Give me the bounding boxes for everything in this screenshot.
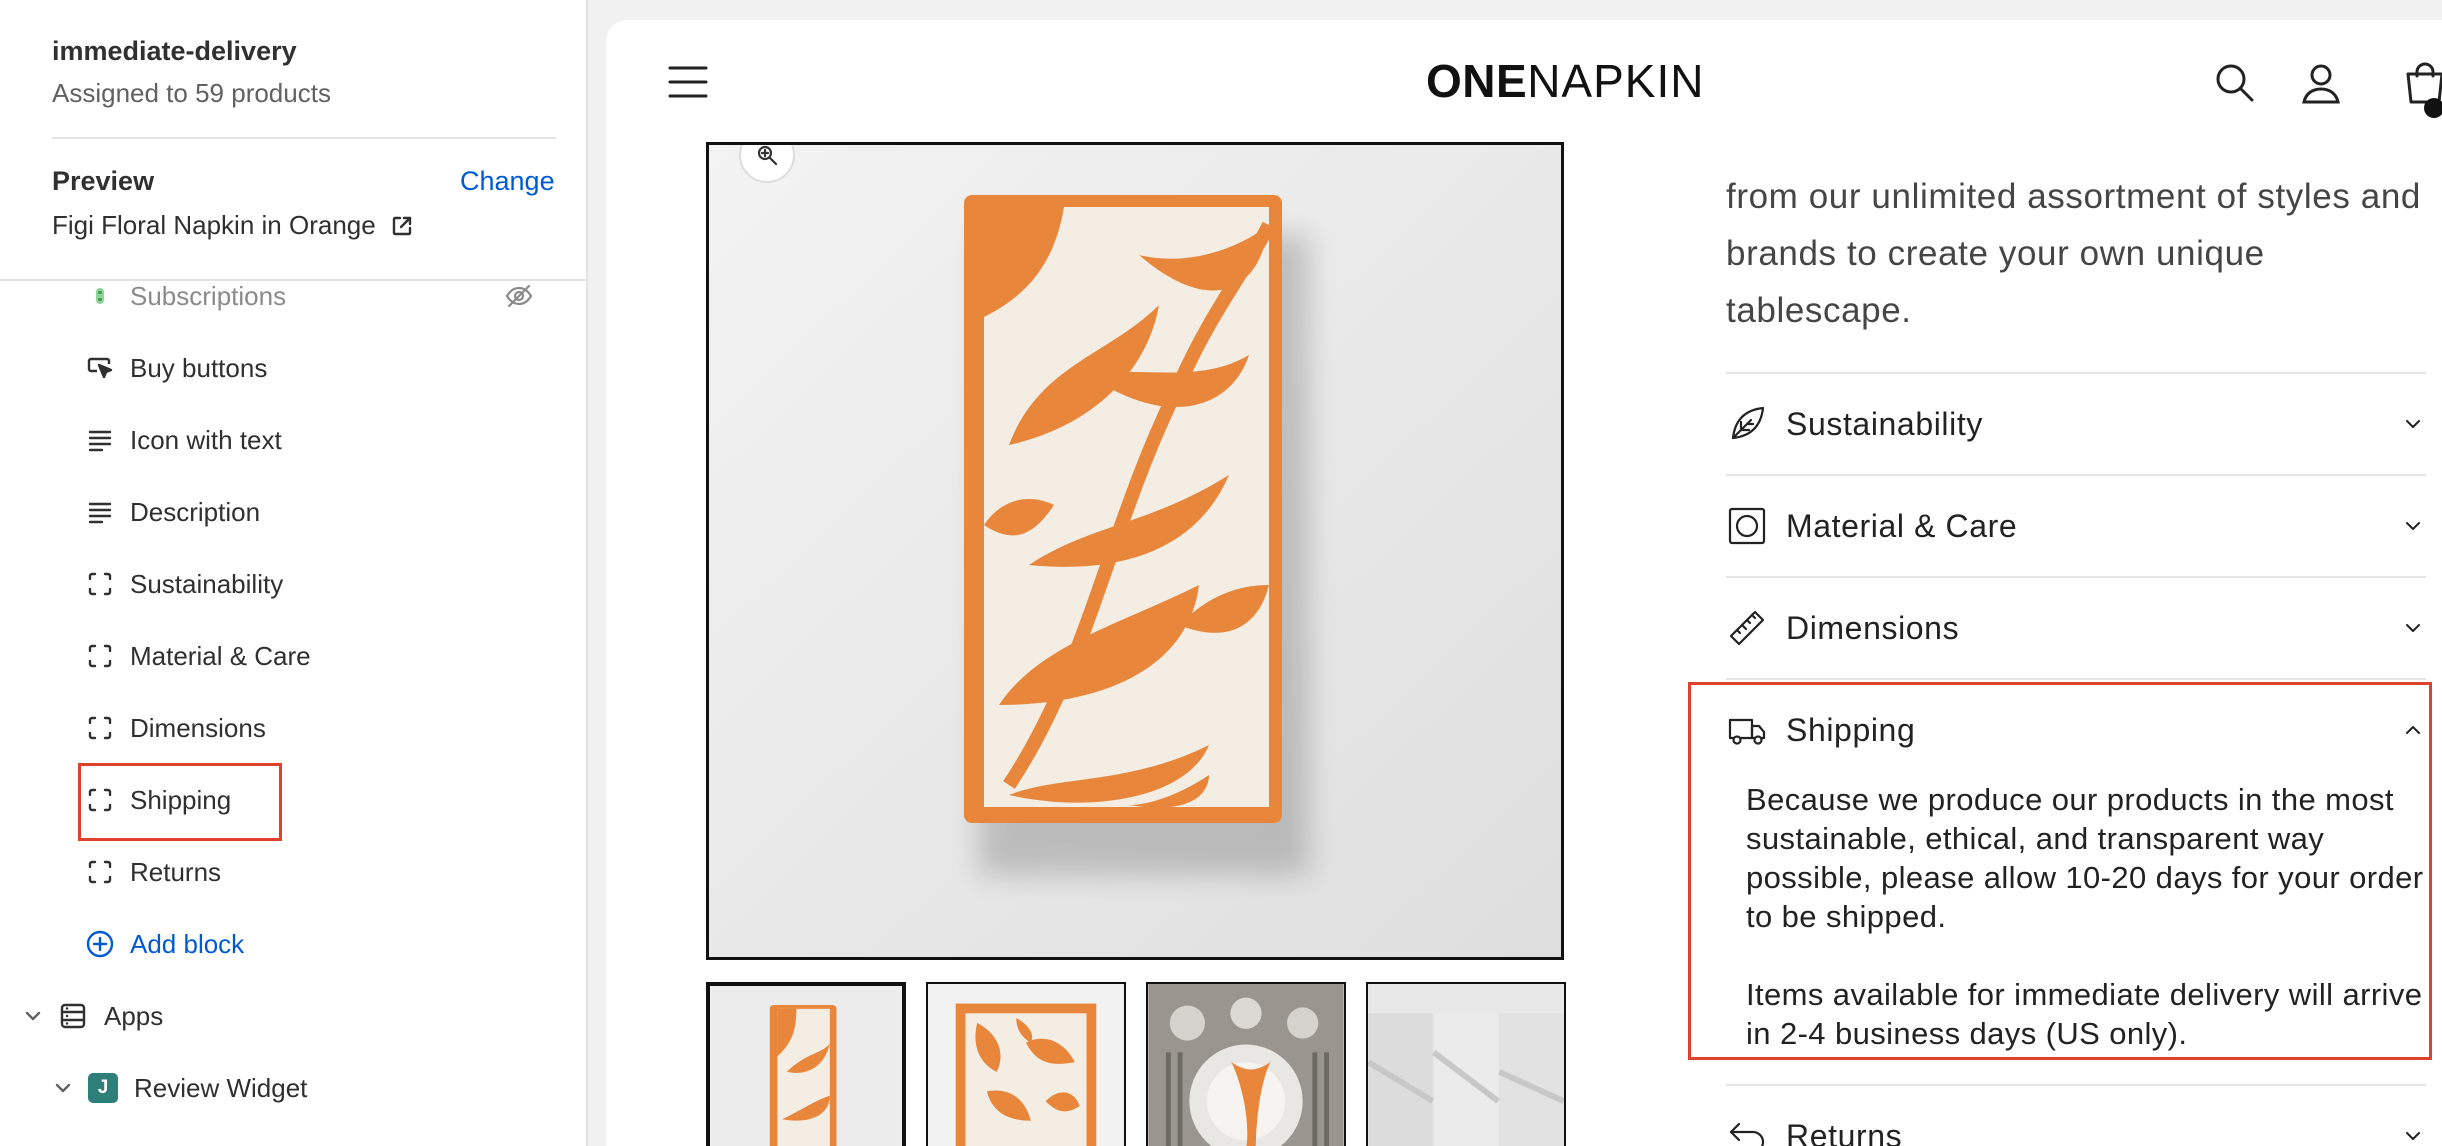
- apps-icon: [60, 1003, 86, 1029]
- leaf-icon: [1726, 403, 1768, 445]
- block-label: Description: [130, 496, 261, 527]
- collapsible-block-icon: [84, 640, 116, 672]
- product-main-image[interactable]: [706, 142, 1564, 960]
- chevron-down-icon: [2406, 624, 2420, 632]
- block-buy-buttons[interactable]: Buy buttons: [84, 341, 564, 395]
- divider: [52, 137, 556, 139]
- accordion-title: Sustainability: [1786, 405, 1983, 442]
- eye-hidden-icon[interactable]: [504, 281, 534, 311]
- chevron-down-icon: [2406, 1132, 2420, 1140]
- accordion-sustainability[interactable]: Sustainability: [1726, 372, 2426, 474]
- block-label: Returns: [130, 856, 222, 887]
- accordion-material-care[interactable]: Material & Care: [1726, 474, 2426, 576]
- collapsible-block-icon: [84, 712, 116, 744]
- napkin-image: [709, 145, 1561, 957]
- return-arrow-icon: [1726, 1115, 1768, 1146]
- block-material-care[interactable]: Material & Care: [84, 629, 564, 683]
- block-label: Sustainability: [130, 568, 284, 599]
- plus-circle-icon: [84, 928, 116, 960]
- block-label: Icon with text: [130, 424, 282, 455]
- thumbnail-folded-napkin[interactable]: [706, 982, 906, 1146]
- buy-buttons-icon: [84, 352, 116, 384]
- accordion-title: Returns: [1786, 1117, 1903, 1146]
- washing-icon: [1726, 505, 1768, 547]
- theme-editor-sidebar: immediate-delivery Assigned to 59 produc…: [0, 0, 588, 1146]
- add-block-button[interactable]: Add block: [84, 917, 564, 971]
- search-icon[interactable]: [2212, 60, 2258, 106]
- review-app-logo: J: [88, 1073, 118, 1103]
- add-block-label: Add block: [130, 928, 245, 959]
- block-sustainability[interactable]: Sustainability: [84, 557, 564, 611]
- block-subscriptions[interactable]: Subscriptions: [84, 269, 564, 323]
- review-widget-label: Review Widget: [134, 1072, 308, 1103]
- block-label: Buy buttons: [130, 352, 268, 383]
- template-assigned-count: Assigned to 59 products: [52, 78, 331, 108]
- apps-section[interactable]: Apps: [22, 989, 163, 1043]
- collapsible-block-icon: [84, 568, 116, 600]
- ruler-icon: [1726, 607, 1768, 649]
- block-returns[interactable]: Returns: [84, 845, 564, 899]
- menu-icon[interactable]: [668, 64, 708, 100]
- text-lines-icon: [84, 424, 116, 456]
- logo-bold: ONE: [1426, 55, 1528, 107]
- accordion-title: Dimensions: [1786, 609, 1960, 646]
- preview-product-link[interactable]: Figi Floral Napkin in Orange: [52, 210, 414, 241]
- shipping-highlight-box: [78, 763, 282, 841]
- thumbnail-fabric-swatches[interactable]: [1366, 982, 1566, 1146]
- chevron-down-icon: [2406, 420, 2420, 428]
- shipping-highlight-box: [1688, 682, 2432, 1060]
- block-label: Dimensions: [130, 712, 266, 743]
- accordion-title: Material & Care: [1786, 507, 2018, 544]
- template-name: immediate-delivery: [52, 36, 297, 66]
- block-icon-with-text[interactable]: Icon with text: [84, 413, 564, 467]
- preview-product-name: Figi Floral Napkin in Orange: [52, 210, 376, 240]
- thumbnail-table-setting[interactable]: [1146, 982, 1346, 1146]
- block-label: Subscriptions: [130, 280, 287, 311]
- product-description: from our unlimited assortment of styles …: [1726, 177, 2421, 330]
- text-lines-icon: [84, 496, 116, 528]
- store-logo[interactable]: ONENAPKIN: [1426, 54, 1704, 108]
- logo-light: NAPKIN: [1527, 55, 1705, 107]
- apps-label: Apps: [104, 1000, 164, 1031]
- chevron-down-icon: [55, 1083, 71, 1093]
- chevron-down-icon: [2406, 522, 2420, 530]
- thumbnail-flat-napkin[interactable]: [926, 982, 1126, 1146]
- review-widget-section[interactable]: J Review Widget: [52, 1061, 307, 1115]
- zoom-icon: [757, 145, 778, 166]
- chevron-down-icon: [25, 1011, 41, 1021]
- change-preview-link[interactable]: Change: [460, 166, 555, 197]
- block-dimensions[interactable]: Dimensions: [84, 701, 564, 755]
- store-preview: ONENAPKIN from our unlimited assortment …: [606, 20, 2442, 1146]
- cart-count-badge: [2424, 98, 2442, 118]
- account-icon[interactable]: [2298, 60, 2344, 106]
- subscriptions-icon: [84, 280, 116, 312]
- collapsible-block-icon: [84, 856, 116, 888]
- accordion-returns[interactable]: Returns: [1726, 1084, 2426, 1146]
- block-label: Material & Care: [130, 640, 311, 671]
- accordion-dimensions[interactable]: Dimensions: [1726, 576, 2426, 678]
- block-description[interactable]: Description: [84, 485, 564, 539]
- external-link-icon: [392, 216, 411, 235]
- preview-label: Preview: [52, 166, 155, 196]
